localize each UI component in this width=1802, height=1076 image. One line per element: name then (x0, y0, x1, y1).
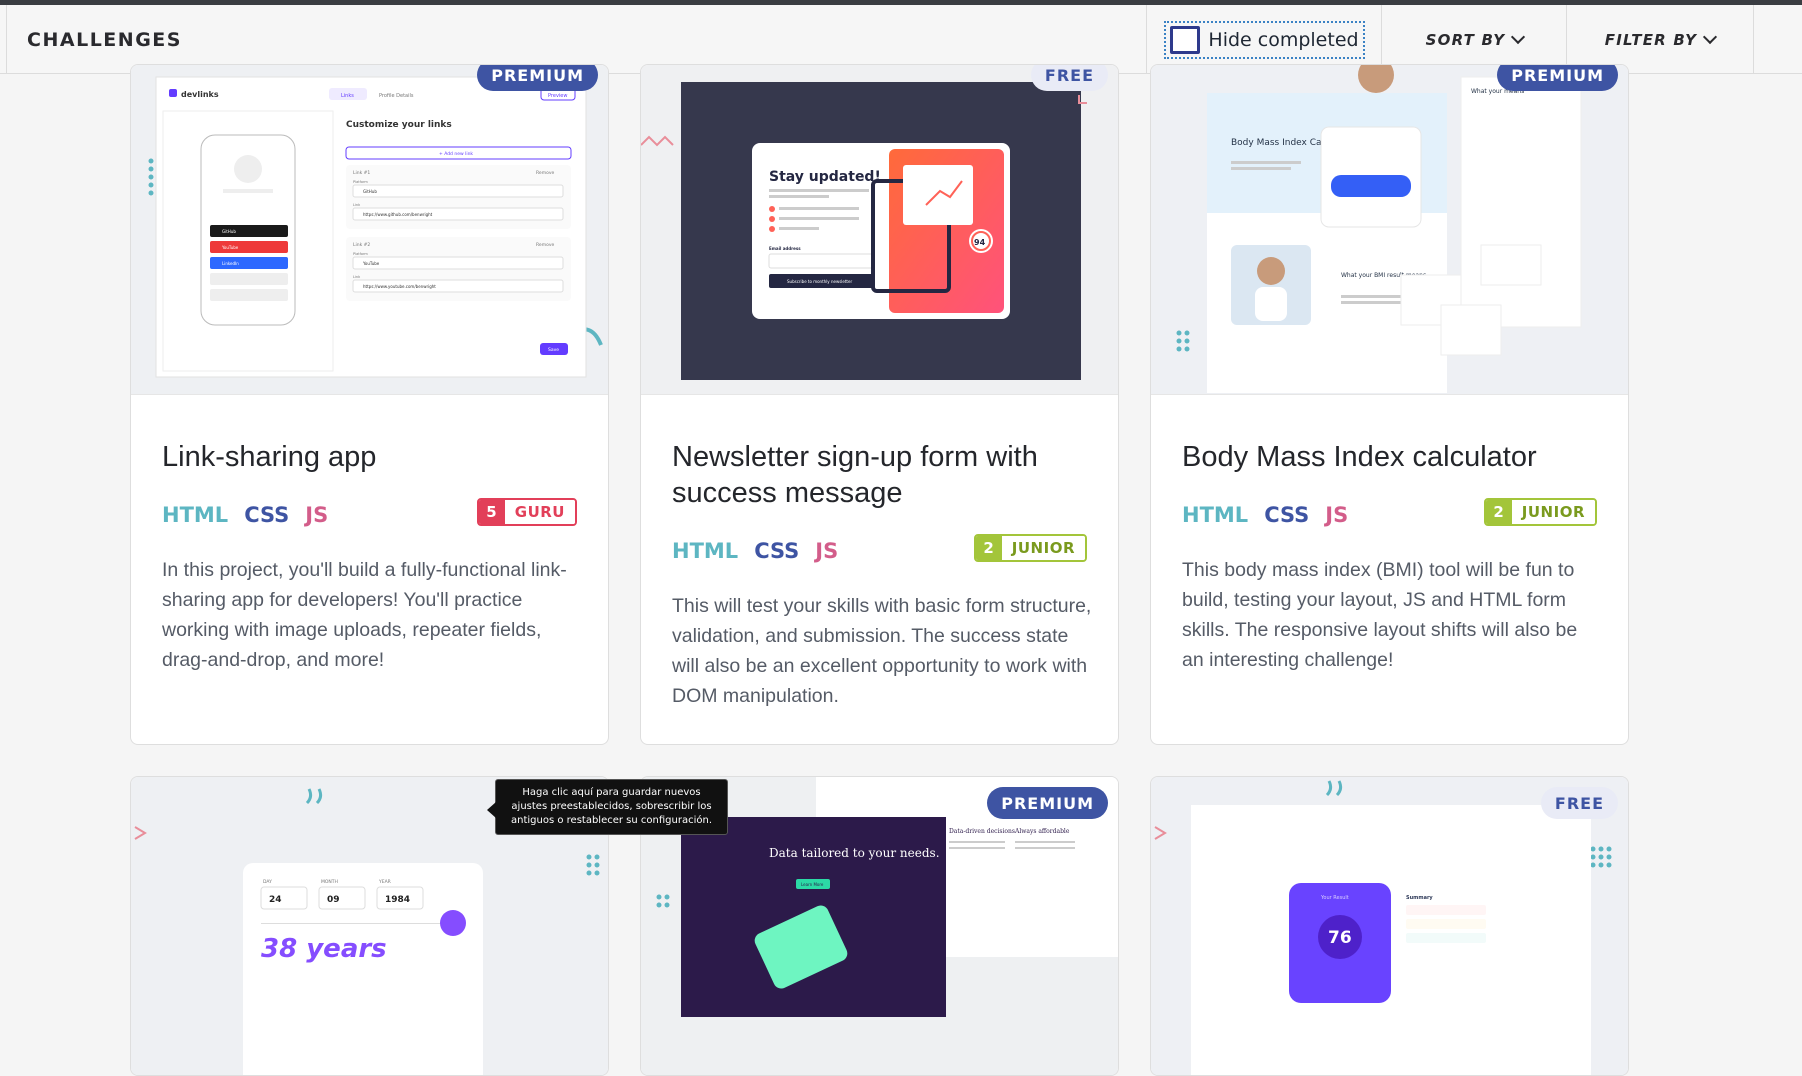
svg-text:Email address: Email address (769, 246, 801, 251)
hide-completed-toggle[interactable]: Hide completed (1164, 20, 1365, 59)
challenge-preview-image[interactable]: Body Mass Index Calculator What your BMI… (1151, 65, 1628, 395)
premium-badge: PREMIUM (987, 787, 1108, 819)
tag-js: JS (815, 539, 839, 563)
difficulty-label: JUNIOR (1001, 536, 1085, 560)
tag-css: CSS (754, 539, 800, 563)
svg-text:Remove: Remove (536, 242, 554, 248)
challenge-description: In this project, you'll build a fully-fu… (162, 559, 567, 671)
svg-text:Platform: Platform (353, 252, 368, 256)
chevron-down-icon (1511, 29, 1526, 45)
svg-text:+ Add new link: + Add new link (439, 151, 473, 157)
challenge-title[interactable]: Newsletter sign-up form with success mes… (672, 439, 1072, 511)
chevron-down-icon (1703, 29, 1718, 45)
svg-text:MONTH: MONTH (321, 879, 338, 885)
svg-text:Platform: Platform (353, 180, 368, 184)
tag-js: JS (1325, 503, 1349, 527)
tag-html: HTML (672, 539, 739, 563)
svg-text:Links: Links (341, 93, 354, 99)
svg-text:Data-driven decisions: Data-driven decisions (949, 828, 1015, 835)
hide-completed-label: Hide completed (1208, 28, 1359, 51)
svg-text:YEAR: YEAR (378, 879, 391, 885)
language-tags: HTML CSS JS (1182, 503, 1348, 527)
difficulty-badge: 2 JUNIOR (973, 534, 1087, 562)
svg-text:Subscribe to monthly newslette: Subscribe to monthly newsletter (787, 279, 852, 284)
challenge-description: This will test your skills with basic fo… (672, 595, 1092, 707)
challenge-card[interactable]: Your Result 76 Summary FREE (1150, 776, 1629, 1076)
filter-by-dropdown[interactable]: FILTER BY (1604, 29, 1718, 49)
tag-js: JS (305, 503, 329, 527)
svg-text:Summary: Summary (1406, 895, 1433, 901)
sort-by-label: SORT BY (1425, 30, 1506, 49)
svg-text:1984: 1984 (385, 895, 410, 905)
premium-badge: PREMIUM (477, 65, 598, 91)
svg-text:LinkedIn: LinkedIn (222, 261, 239, 266)
tag-html: HTML (162, 503, 229, 527)
svg-text:DAY: DAY (263, 879, 272, 885)
bmi-preview: Body Mass Index Calculator What your BMI… (1176, 65, 1582, 393)
svg-text:Save: Save (548, 347, 559, 353)
premium-badge: PREMIUM (1497, 65, 1618, 91)
challenge-preview-image[interactable]: Your Result 76 Summary FREE (1151, 777, 1628, 1075)
svg-text:Link: Link (353, 203, 361, 207)
svg-text:Your Result: Your Result (1320, 895, 1349, 901)
svg-text:GitHub: GitHub (363, 189, 377, 194)
tag-html: HTML (1182, 503, 1249, 527)
tooltip: Haga clic aquí para guardar nuevos ajust… (487, 779, 728, 835)
tag-css: CSS (244, 503, 290, 527)
svg-text:GitHub: GitHub (222, 229, 236, 234)
svg-text:Always affordable: Always affordable (1014, 828, 1070, 835)
language-tags: HTML CSS JS (162, 503, 328, 527)
filter-by-label: FILTER BY (1604, 30, 1698, 49)
svg-text:09: 09 (327, 895, 340, 905)
svg-text:76: 76 (1328, 928, 1352, 948)
challenge-description: This body mass index (BMI) tool will be … (1182, 559, 1578, 671)
hide-completed-checkbox[interactable] (1170, 25, 1201, 54)
svg-text:Customize your links: Customize your links (346, 120, 452, 130)
challenge-preview-image[interactable]: Stay updated! Email address Subscribe to… (641, 65, 1118, 395)
svg-text:Preview: Preview (548, 93, 567, 99)
svg-text:94: 94 (974, 238, 986, 247)
language-tags: HTML CSS JS (672, 539, 838, 563)
preview-heading: Data tailored to your needs. (769, 846, 940, 860)
svg-text:Link: Link (353, 275, 361, 279)
free-badge: FREE (1030, 65, 1108, 91)
svg-text:Remove: Remove (536, 170, 554, 176)
svg-text:https://www.youtube.com/benwri: https://www.youtube.com/benwright (363, 284, 436, 289)
difficulty-number: 2 (1485, 500, 1512, 524)
results-summary-preview: Your Result 76 Summary (1154, 780, 1612, 1075)
newsletter-preview: Stay updated! Email address Subscribe to… (641, 82, 1087, 380)
difficulty-number: 2 (975, 536, 1002, 560)
sort-by-dropdown[interactable]: SORT BY (1425, 29, 1526, 49)
svg-text:24: 24 (269, 895, 282, 905)
svg-text:Link #2: Link #2 (353, 242, 370, 248)
challenge-card[interactable]: Stay updated! Email address Subscribe to… (640, 64, 1119, 745)
difficulty-label: GURU (504, 500, 575, 524)
svg-text:38 years: 38 years (261, 934, 387, 964)
svg-text:Profile Details: Profile Details (379, 93, 414, 99)
link-sharing-preview: devlinks Links Profile Details Preview G… (148, 76, 603, 378)
svg-text:Learn More: Learn More (801, 882, 824, 887)
svg-text:YouTube: YouTube (362, 261, 380, 266)
challenge-title[interactable]: Link-sharing app (162, 439, 376, 475)
challenge-card[interactable]: Body Mass Index Calculator What your BMI… (1150, 64, 1629, 745)
challenge-card[interactable]: devlinks Links Profile Details Preview G… (130, 64, 609, 745)
difficulty-number: 5 (478, 500, 505, 524)
svg-text:Link #1: Link #1 (353, 170, 370, 176)
difficulty-badge: 5 GURU (476, 498, 577, 526)
difficulty-badge: 2 JUNIOR (1483, 498, 1597, 526)
svg-text:YouTube: YouTube (221, 245, 239, 250)
preview-heading: Stay updated! (769, 169, 881, 185)
challenge-title[interactable]: Body Mass Index calculator (1182, 439, 1537, 475)
preview-logo: devlinks (181, 90, 219, 99)
tag-css: CSS (1264, 503, 1310, 527)
challenge-preview-image[interactable]: devlinks Links Profile Details Preview G… (131, 65, 608, 395)
svg-text:https://www.github.com/benwrig: https://www.github.com/benwright (363, 212, 433, 217)
difficulty-label: JUNIOR (1511, 500, 1595, 524)
free-badge: FREE (1540, 787, 1618, 819)
